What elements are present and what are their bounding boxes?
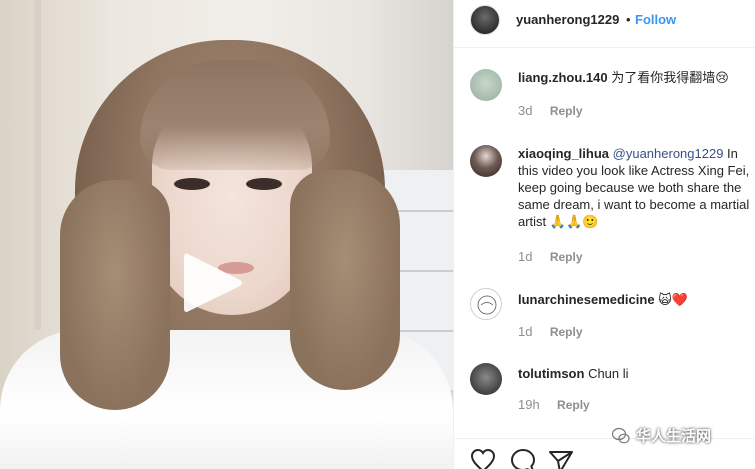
commenter-avatar[interactable]	[470, 363, 502, 395]
reply-button[interactable]: Reply	[557, 398, 590, 412]
person-hair-right	[290, 170, 400, 390]
comment-item: xiaoqing_lihua @yuanherong1229 In this v…	[454, 142, 755, 272]
person-hair-left	[60, 180, 170, 410]
comment-body: liang.zhou.140 为了看你我得翻墙😢	[518, 69, 750, 86]
person-eye-right	[246, 178, 282, 190]
comment-text: Chun li	[588, 366, 629, 381]
comment-item: lunarchinesemedicine 🙀❤️ 1d Reply	[454, 288, 755, 348]
instagram-post-view: yuanherong1229 • Follow liang.zhou.140 为…	[0, 0, 755, 469]
commenter-avatar[interactable]	[470, 69, 502, 101]
follow-button[interactable]: Follow	[635, 12, 676, 27]
header-separator: •	[626, 12, 631, 27]
reply-button[interactable]: Reply	[550, 104, 583, 118]
play-icon[interactable]	[182, 250, 244, 316]
comment-meta: 1d Reply	[518, 324, 583, 339]
commenter-avatar[interactable]	[470, 145, 502, 177]
reply-button[interactable]: Reply	[550, 250, 583, 264]
author-avatar[interactable]	[470, 5, 500, 35]
heart-icon[interactable]	[470, 448, 496, 469]
comment-icon[interactable]	[510, 448, 536, 469]
background-wall	[35, 0, 41, 330]
comment-meta: 19h Reply	[518, 397, 590, 412]
commenter-username[interactable]: tolutimson	[518, 366, 584, 381]
reply-button[interactable]: Reply	[550, 325, 583, 339]
commenter-username[interactable]: liang.zhou.140	[518, 70, 608, 85]
watermark-text: 华人生活网	[636, 427, 712, 445]
comment-mention[interactable]: @yuanherong1229	[613, 146, 724, 161]
comment-meta: 1d Reply	[518, 249, 583, 264]
comment-time[interactable]: 1d	[518, 324, 532, 339]
post-header: yuanherong1229 • Follow	[454, 0, 755, 48]
author-username[interactable]: yuanherong1229	[516, 12, 619, 27]
comment-time[interactable]: 1d	[518, 249, 532, 264]
video-player[interactable]	[0, 0, 453, 469]
lunar-logo-icon	[477, 295, 497, 315]
comment-body: xiaoqing_lihua @yuanherong1229 In this v…	[518, 145, 750, 230]
commenter-avatar[interactable]	[470, 288, 502, 320]
commenter-username[interactable]: lunarchinesemedicine	[518, 292, 655, 307]
comment-text: 🙀❤️	[658, 292, 688, 307]
person-eye-left	[174, 178, 210, 190]
wechat-icon	[612, 427, 630, 444]
comment-item: liang.zhou.140 为了看你我得翻墙😢 3d Reply	[454, 66, 755, 126]
comment-time[interactable]: 3d	[518, 103, 532, 118]
comment-item: tolutimson Chun li 19h Reply	[454, 362, 755, 422]
comment-time[interactable]: 19h	[518, 397, 540, 412]
post-sidebar: yuanherong1229 • Follow liang.zhou.140 为…	[453, 0, 755, 469]
comment-body: tolutimson Chun li	[518, 365, 750, 382]
commenter-username[interactable]: xiaoqing_lihua	[518, 146, 609, 161]
comment-body: lunarchinesemedicine 🙀❤️	[518, 291, 750, 308]
comment-meta: 3d Reply	[518, 103, 583, 118]
comment-text: 为了看你我得翻墙😢	[611, 70, 729, 85]
share-icon[interactable]	[548, 448, 574, 469]
